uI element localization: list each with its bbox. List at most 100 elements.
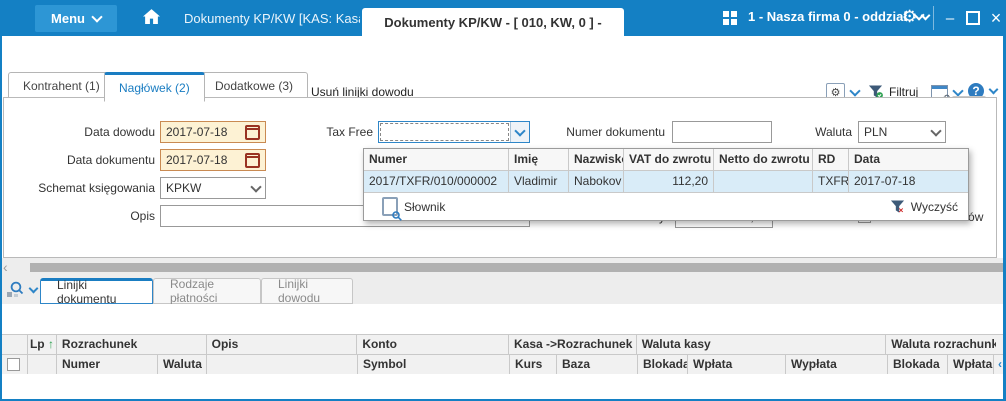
slownik-label: Słownik <box>404 199 446 214</box>
sort-up-icon: ↑ <box>47 337 54 351</box>
dropdown-col-rd[interactable]: RD <box>813 149 849 171</box>
grid-toolbar: + Nowy Edycja × Filtruj ? <box>0 304 1006 333</box>
colgroup-kasa-rozrachunek[interactable]: Kasa ->Rozrachunek <box>509 335 637 355</box>
maximize-icon <box>966 11 980 25</box>
apps-grid-icon[interactable] <box>723 11 738 26</box>
active-document-tab[interactable]: Dokumenty KP/KW - [ 010, KW, 0 ] - <box>362 8 624 36</box>
grid-header-group-row: Lp ↑ Rozrachunek Opis Konto Kasa ->Rozra… <box>0 335 1006 355</box>
gear-icon: ⚙ <box>902 7 918 26</box>
numer-dokumentu-input[interactable] <box>672 121 772 143</box>
menu-button-label: Menu <box>51 11 85 26</box>
tab-linijki-dokumentu[interactable]: Linijki dokumentu <box>40 278 153 306</box>
waluta-label: Waluta <box>815 125 852 139</box>
col-wplata[interactable]: Wpłata <box>688 355 786 375</box>
dropdown-col-vat[interactable]: VAT do zwrotu <box>624 149 714 171</box>
col-lp-sub <box>28 355 57 375</box>
tax-free-value <box>380 123 509 141</box>
calendar-icon[interactable] <box>245 152 260 168</box>
cell-rd: TXFR <box>813 171 849 193</box>
dropdown-col-imie[interactable]: Imię <box>509 149 569 171</box>
tax-free-label: Tax Free <box>326 125 373 139</box>
grid-header: Lp ↑ Rozrachunek Opis Konto Kasa ->Rozra… <box>0 334 1006 375</box>
dropdown-col-netto[interactable]: Netto do zwrotu <box>714 149 813 171</box>
cell-nazwisko: Nabokov <box>569 171 624 193</box>
document-search-icon <box>382 197 402 221</box>
waluta-value: PLN <box>864 125 888 139</box>
menu-button[interactable]: Menu <box>35 5 117 32</box>
select-all-checkbox[interactable] <box>7 358 20 371</box>
settings-menu[interactable]: ⚙ <box>902 7 931 27</box>
schemat-ksiegowania-label: Schemat księgowania <box>38 181 155 195</box>
slownik-button[interactable]: Słownik <box>382 197 446 221</box>
company-selector[interactable]: 1 - Nasza firma 0 - oddział <box>748 9 925 24</box>
tab-kontrahent[interactable]: Kontrahent (1) <box>8 72 115 99</box>
tab-dodatkowe[interactable]: Dodatkowe (3) <box>200 72 309 99</box>
chevron-down-icon <box>514 124 526 137</box>
opis-label: Opis <box>130 209 155 223</box>
colgroup-waluta-rozrachunku[interactable]: Waluta rozrachunk <box>886 335 997 355</box>
dropdown-header-row: Numer Imię Nazwisko VAT do zwrotu Netto … <box>364 149 968 171</box>
col-baza[interactable]: Baza <box>557 355 638 375</box>
dropdown-col-nazwisko[interactable]: Nazwisko <box>569 149 624 171</box>
tab-linijki-dowodu[interactable]: Linijki dowodu <box>261 277 353 305</box>
tab-naglowek[interactable]: Nagłówek (2) <box>104 72 205 102</box>
col-wplata-2[interactable]: Wpłata <box>948 355 994 375</box>
select-all-cell[interactable] <box>0 355 28 375</box>
close-button[interactable]: × <box>984 6 1006 30</box>
dropdown-col-numer[interactable]: Numer <box>364 149 509 171</box>
select-column-header[interactable] <box>0 335 28 355</box>
dropdown-footer: Słownik × Wyczyść <box>364 193 968 221</box>
tax-free-dropdown-button[interactable] <box>510 122 529 142</box>
col-wyplata[interactable]: Wypłata <box>786 355 888 375</box>
data-dokumentu-value: 2017-07-18 <box>166 153 228 167</box>
cell-data: 2017-07-18 <box>849 171 968 193</box>
minimize-button[interactable]: – <box>938 6 962 30</box>
window-border-left <box>0 36 2 401</box>
cell-imie: Vladimir <box>509 171 569 193</box>
col-numer[interactable]: Numer <box>57 355 158 375</box>
col-symbol[interactable]: Symbol <box>358 355 510 375</box>
svg-text:×: × <box>898 205 903 214</box>
background-document-tab[interactable]: Dokumenty KP/KW [KAS: Kasa zewn <box>184 10 360 28</box>
calendar-icon[interactable] <box>245 124 260 140</box>
schemat-ksiegowania-select[interactable]: KPKW <box>160 177 266 199</box>
chevron-down-icon <box>250 180 262 193</box>
form-tabstrip: Kontrahent (1) Nagłówek (2) Dodatkowe (3… <box>0 72 1006 102</box>
col-opis-sub <box>207 355 358 375</box>
magnifier-panel-icon <box>7 281 24 297</box>
maximize-button[interactable] <box>961 6 985 30</box>
chevron-down-icon <box>930 124 942 137</box>
wyczysc-label: Wyczyść <box>910 199 958 214</box>
col-kurs[interactable]: Kurs <box>510 355 557 375</box>
chevron-down-icon <box>91 11 103 23</box>
col-opis[interactable]: Opis <box>206 335 358 355</box>
home-icon[interactable] <box>143 9 160 27</box>
grid-view-button[interactable] <box>6 281 39 299</box>
col-blokada-2[interactable]: Blokada <box>888 355 948 375</box>
col-waluta[interactable]: Waluta <box>158 355 207 375</box>
colgroup-rozrachunek[interactable]: Rozrachunek <box>56 335 207 355</box>
data-dokumentu-field[interactable]: 2017-07-18 <box>160 149 266 171</box>
dropdown-col-data[interactable]: Data <box>849 149 968 171</box>
hscroll-left-arrow[interactable]: ‹ <box>3 260 8 274</box>
colgroup-waluta-kasy[interactable]: Waluta kasy <box>636 335 887 355</box>
waluta-select[interactable]: PLN <box>858 121 946 143</box>
filter-clear-icon: × <box>890 199 905 215</box>
wyczysc-button[interactable]: × Wyczyść <box>890 199 958 215</box>
data-dowodu-field[interactable]: 2017-07-18 <box>160 121 266 143</box>
main-toolbar: ⚙ Procedury + Generuj dowód – Usuń linij… <box>0 36 1006 111</box>
app-window: Menu Dokumenty KP/KW [KAS: Kasa zewn Dok… <box>0 0 1006 401</box>
tab-rodzaje-platnosci[interactable]: Rodzaje płatności <box>153 277 261 305</box>
horizontal-scrollbar-thumb[interactable] <box>30 263 1003 272</box>
tax-free-combo[interactable] <box>378 121 530 143</box>
grid-header-sub-row: Numer Waluta Symbol Kurs Baza Blokada Wp… <box>0 355 1006 375</box>
schemat-ksiegowania-value: KPKW <box>166 181 202 195</box>
data-dokumentu-label: Data dokumentu <box>66 153 155 167</box>
cell-vat: 112,20 <box>624 171 714 193</box>
col-lp[interactable]: Lp ↑ <box>27 335 57 355</box>
grid-body-empty[interactable] <box>0 374 1006 399</box>
dropdown-data-row[interactable]: 2017/TXFR/010/000002 Vladimir Nabokov 11… <box>364 171 968 193</box>
cell-numer: 2017/TXFR/010/000002 <box>364 171 509 193</box>
col-konto[interactable]: Konto <box>357 335 509 355</box>
col-blokada[interactable]: Blokada <box>638 355 688 375</box>
